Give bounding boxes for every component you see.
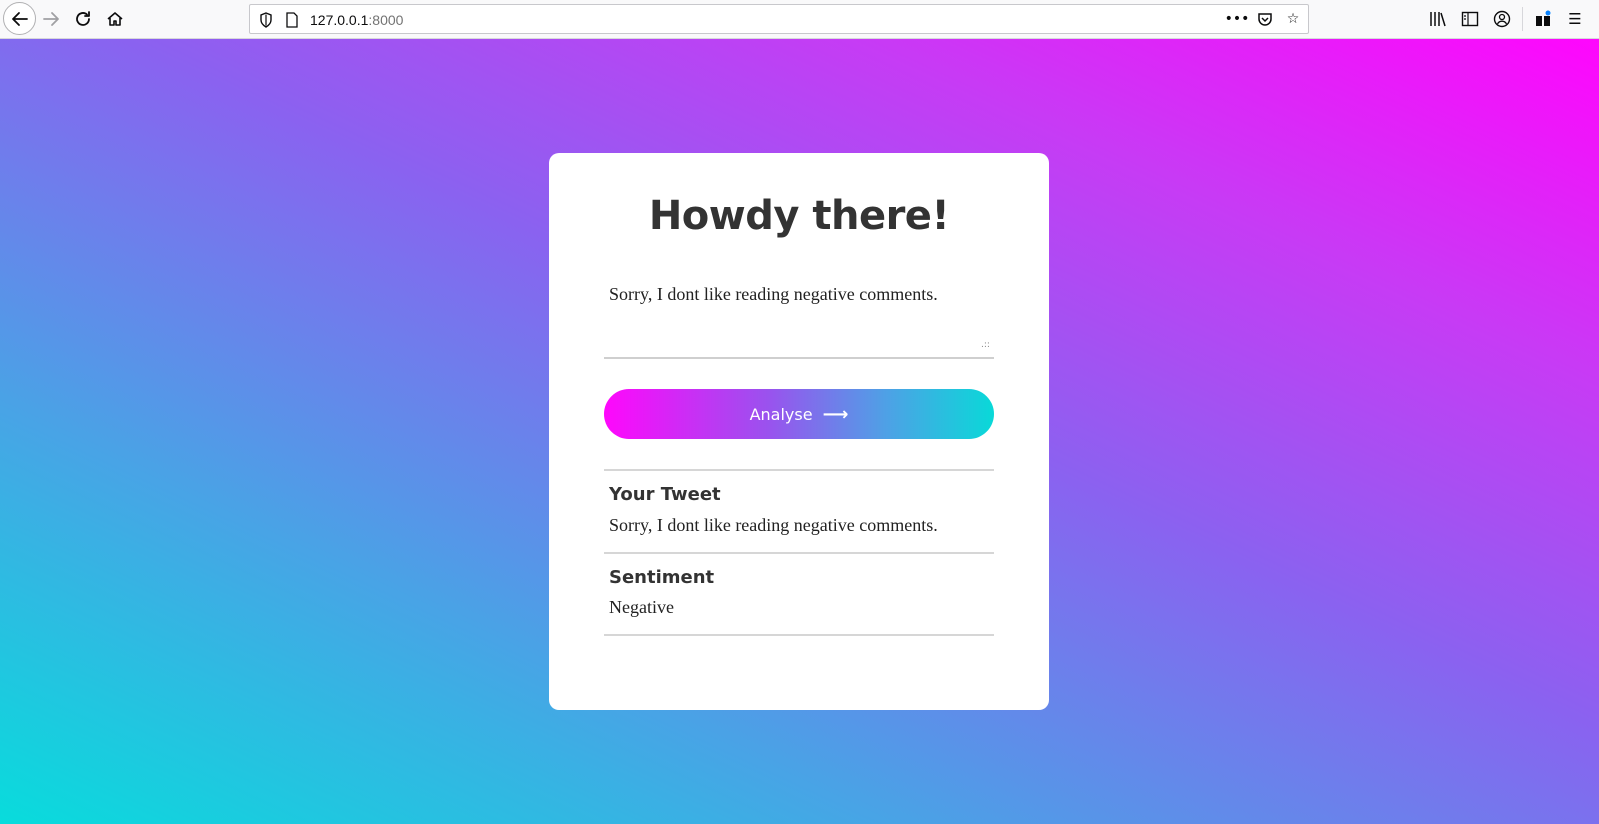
your-tweet-value: Sorry, I dont like reading negative comm…	[609, 515, 938, 535]
page-viewport: Howdy there! Sorry, I dont like reading …	[0, 39, 1599, 824]
sentiment-value: Negative	[609, 597, 674, 617]
page-title: Howdy there!	[648, 193, 950, 239]
url-bar[interactable]: 127.0.0.1:8000 ••• ☆	[249, 4, 1309, 34]
divider	[604, 552, 994, 554]
star-icon[interactable]: ☆	[1282, 8, 1304, 30]
divider	[604, 634, 994, 636]
account-icon[interactable]	[1486, 6, 1518, 32]
tweet-input[interactable]: Sorry, I dont like reading negative comm…	[604, 277, 994, 359]
library-icon[interactable]	[1422, 6, 1454, 32]
sentiment-card: Howdy there! Sorry, I dont like reading …	[549, 153, 1049, 710]
shield-icon[interactable]	[257, 11, 275, 29]
sidebar-icon[interactable]	[1454, 6, 1486, 32]
pocket-icon[interactable]	[1254, 8, 1276, 30]
page-icon[interactable]	[283, 11, 301, 29]
gift-icon[interactable]	[1527, 6, 1559, 32]
divider	[604, 469, 994, 471]
arrow-right-icon: ⟶	[822, 403, 849, 425]
reload-icon[interactable]	[68, 4, 98, 34]
back-arrow-icon[interactable]	[3, 2, 36, 35]
your-tweet-label: Your Tweet	[609, 484, 721, 505]
url-text[interactable]: 127.0.0.1:8000	[310, 12, 403, 28]
home-icon[interactable]	[100, 4, 130, 34]
browser-toolbar: 127.0.0.1:8000 ••• ☆ ☰	[0, 0, 1599, 39]
forward-arrow-icon[interactable]	[36, 4, 66, 34]
url-host: 127.0.0.1	[310, 12, 369, 28]
sentiment-label: Sentiment	[609, 567, 715, 588]
analyse-button-label: Analyse	[749, 404, 813, 424]
analyse-button[interactable]: Analyse ⟶	[604, 389, 994, 439]
ellipsis-icon[interactable]: •••	[1225, 8, 1250, 30]
url-port: :8000	[368, 12, 404, 28]
resize-grip-icon[interactable]: .::	[981, 340, 990, 350]
hamburger-menu-icon[interactable]: ☰	[1559, 6, 1591, 32]
